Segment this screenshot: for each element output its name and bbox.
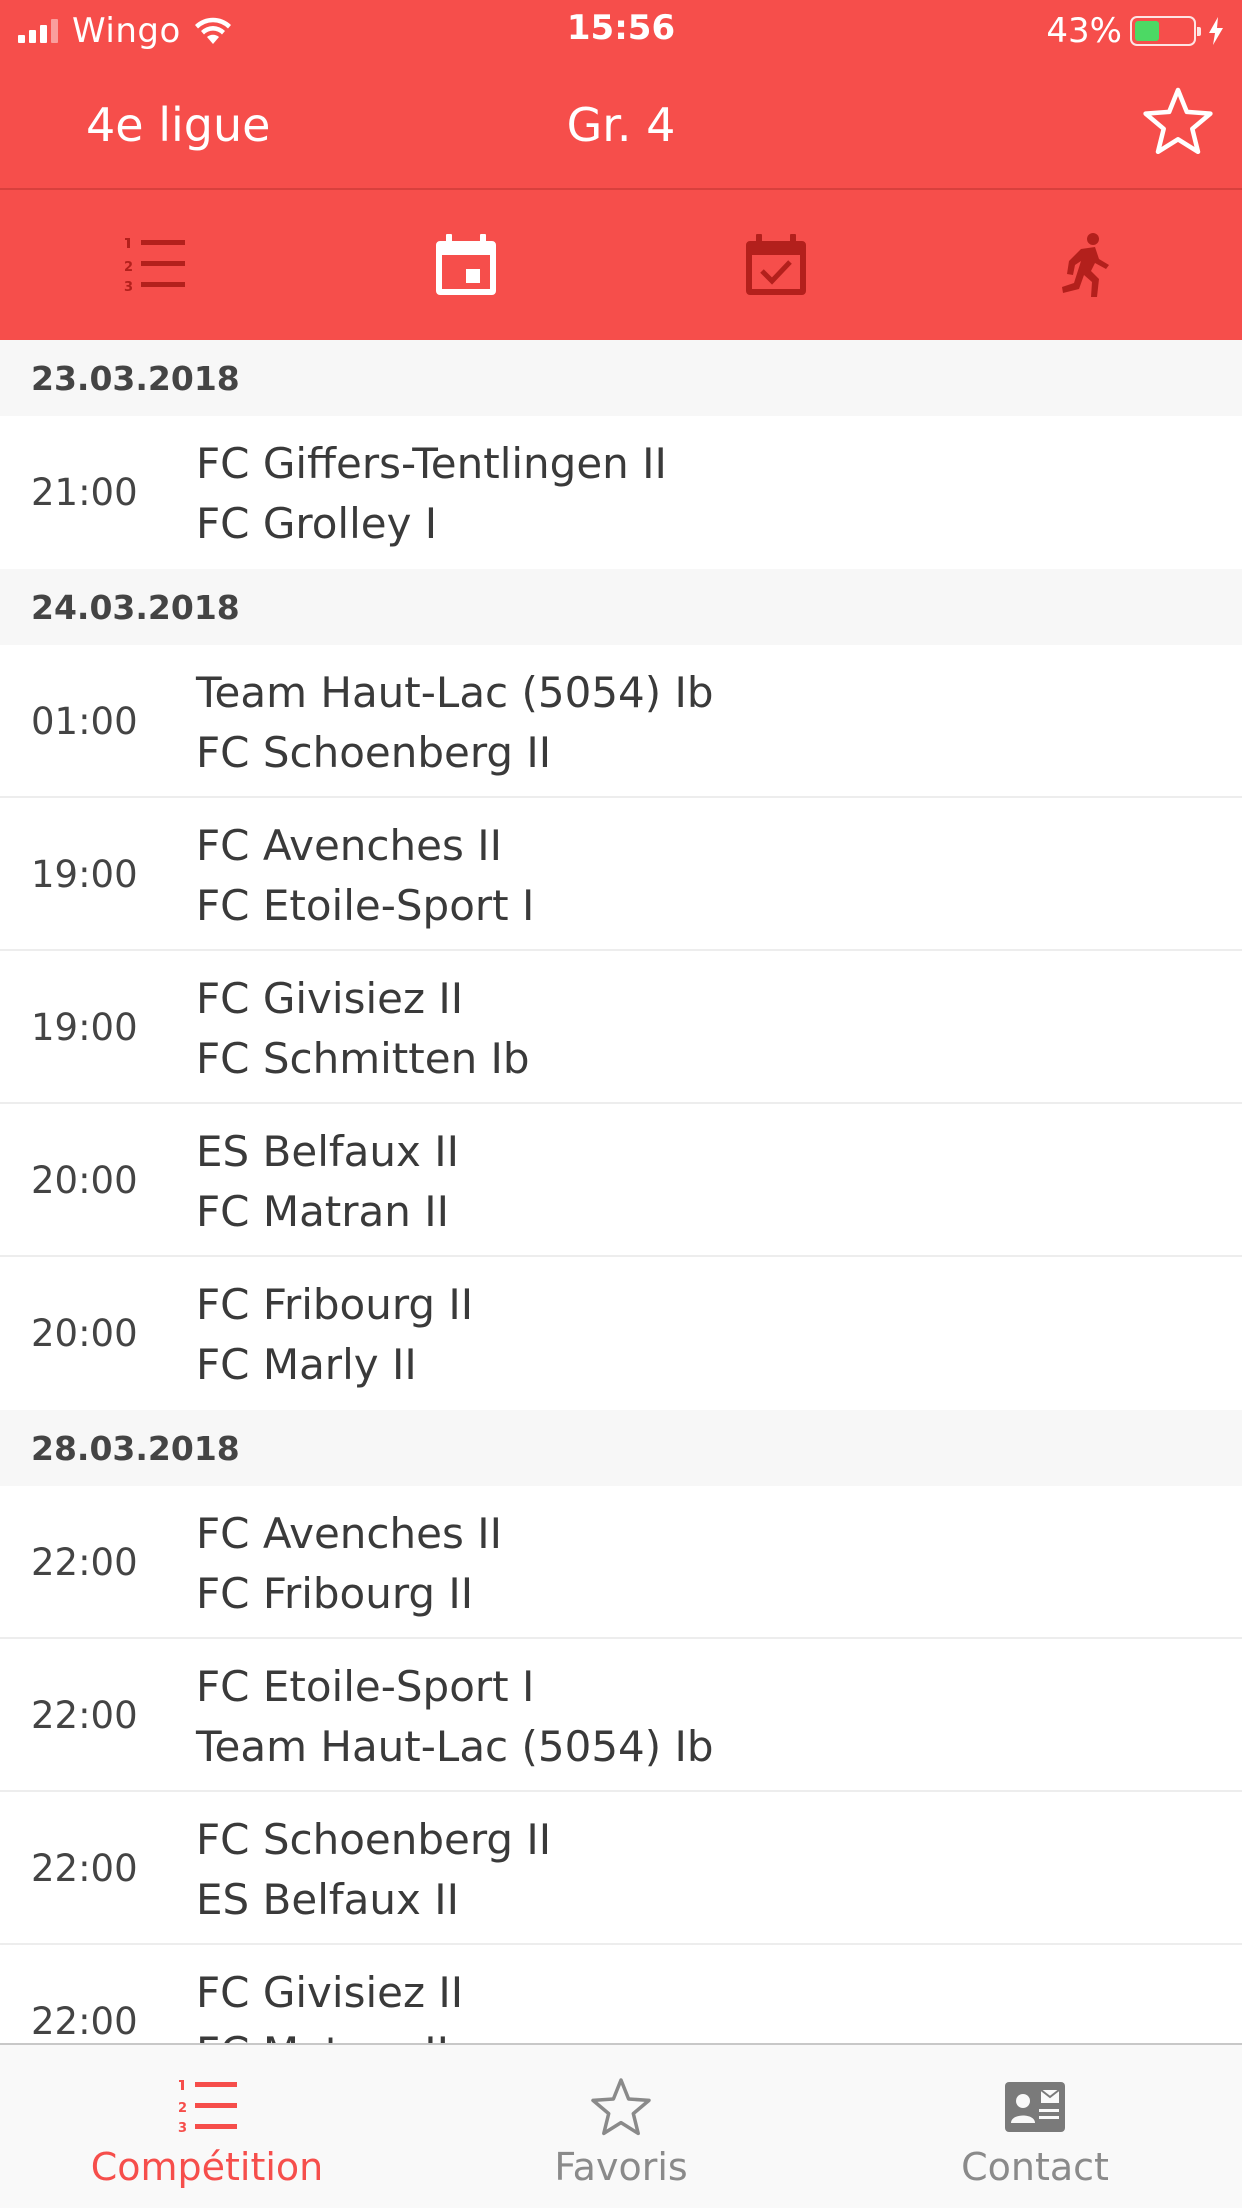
svg-text:3: 3: [124, 280, 133, 295]
match-row[interactable]: 22:00 FC Schoenberg II ES Belfaux II: [0, 1792, 1242, 1945]
match-time: 22:00: [31, 1847, 138, 1890]
date-header: 28.03.2018: [0, 1410, 1242, 1486]
ranking-list-icon: 2 3: [178, 2080, 237, 2136]
match-teams: FC Avenches II FC Etoile-Sport I: [196, 816, 534, 936]
contact-card-icon: [1005, 2082, 1065, 2132]
tab-label-competition: Compétition: [90, 2145, 324, 2189]
tab-competition[interactable]: 2 3 Compétition: [0, 2045, 414, 2208]
home-team: FC Schoenberg II: [196, 1815, 552, 1864]
away-team: FC Fribourg II: [196, 1569, 474, 1618]
battery-icon: [1130, 16, 1201, 46]
away-team: FC Marly II: [196, 1340, 417, 1389]
battery-percent: 43%: [1046, 11, 1122, 51]
tab-favoris[interactable]: Favoris: [414, 2045, 828, 2208]
match-teams: FC Avenches II FC Fribourg II: [196, 1504, 502, 1624]
status-right: 43%: [1046, 10, 1226, 52]
date-header: 23.03.2018: [0, 340, 1242, 416]
match-time: 22:00: [31, 1694, 138, 1737]
match-teams: Team Haut-Lac (5054) Ib FC Schoenberg II: [196, 663, 714, 783]
status-bar: Wingo 15:56 43%: [0, 0, 1242, 62]
home-team: FC Avenches II: [196, 1509, 502, 1558]
match-time: 01:00: [31, 700, 138, 743]
home-team: FC Fribourg II: [196, 1280, 474, 1329]
calendar-icon: [435, 234, 496, 295]
favorite-star-icon[interactable]: [1140, 84, 1216, 160]
calendar-check-icon: [746, 234, 807, 295]
match-time: 21:00: [31, 471, 138, 514]
match-row[interactable]: 19:00 FC Avenches II FC Etoile-Sport I: [0, 798, 1242, 951]
match-teams: FC Givisiez II FC Schmitten Ib: [196, 969, 530, 1089]
away-team: FC Grolley I: [196, 499, 438, 548]
star-outline-icon: [591, 2078, 651, 2136]
group-title: Gr. 4: [566, 98, 676, 152]
away-team: FC Matran II: [196, 1187, 450, 1236]
home-team: FC Givisiez II: [196, 974, 464, 1023]
charging-bolt-icon: [1209, 17, 1223, 45]
segment-ranking[interactable]: 2 3: [0, 190, 311, 340]
svg-text:2: 2: [124, 260, 133, 275]
away-team: Team Haut-Lac (5054) Ib: [196, 1722, 714, 1771]
home-team: FC Avenches II: [196, 821, 502, 870]
match-row[interactable]: 21:00 FC Giffers-Tentlingen II FC Grolley …: [0, 416, 1242, 569]
tab-label-contact: Contact: [961, 2145, 1109, 2189]
segment-players[interactable]: [932, 190, 1242, 340]
match-teams: FC Giffers-Tentlingen II FC Grolley I: [196, 434, 667, 554]
match-row[interactable]: 20:00 FC Fribourg II FC Marly II: [0, 1257, 1242, 1410]
segment-results[interactable]: [621, 190, 932, 340]
ranking-list-icon: 2 3: [124, 238, 186, 295]
match-row[interactable]: 01:00 Team Haut-Lac (5054) Ib FC Schoenber…: [0, 645, 1242, 798]
home-team: Team Haut-Lac (5054) Ib: [196, 668, 714, 717]
match-time: 20:00: [31, 1312, 138, 1355]
date-header: 24.03.2018: [0, 569, 1242, 645]
match-teams: FC Etoile-Sport I Team Haut-Lac (5054) Ib: [196, 1657, 714, 1777]
svg-text:2: 2: [178, 2101, 187, 2116]
schedule-list[interactable]: 23.03.2018 21:00 FC Giffers-Tentlingen II F…: [0, 340, 1242, 2043]
away-team: ES Belfaux II: [196, 1875, 459, 1924]
match-time: 20:00: [31, 1159, 138, 1202]
tab-label-favoris: Favoris: [554, 2145, 688, 2189]
tab-contact[interactable]: Contact: [828, 2045, 1242, 2208]
segment-toolbar: 2 3: [0, 190, 1242, 340]
away-team: FC Schoenberg II: [196, 728, 552, 777]
match-time: 19:00: [31, 853, 138, 896]
runner-icon: [1061, 233, 1109, 297]
away-team: FC Etoile-Sport I: [196, 881, 535, 930]
navigation-bar: 4e ligue Gr. 4: [0, 62, 1242, 190]
match-time: 22:00: [31, 2000, 138, 2043]
match-row[interactable]: 19:00 FC Givisiez II FC Schmitten Ib: [0, 951, 1242, 1104]
away-team: FC Matran II: [196, 2023, 463, 2043]
match-time: 22:00: [31, 1541, 138, 1584]
match-teams: FC Schoenberg II ES Belfaux II: [196, 1810, 551, 1930]
svg-text:3: 3: [178, 2121, 187, 2136]
home-team: FC Etoile-Sport I: [196, 1662, 535, 1711]
match-teams: FC Fribourg II FC Marly II: [196, 1275, 473, 1395]
home-team: ES Belfaux II: [196, 1127, 459, 1176]
match-teams: FC Givisiez II FC Matran II: [196, 1963, 463, 2043]
match-time: 19:00: [31, 1006, 138, 1049]
tab-bar: 2 3 Compétition Favoris Contact: [0, 2043, 1242, 2208]
match-row[interactable]: 22:00 FC Givisiez II FC Matran II: [0, 1945, 1242, 2043]
away-team: FC Schmitten Ib: [196, 1034, 530, 1083]
home-team: FC Givisiez II: [196, 1968, 464, 2017]
match-teams: ES Belfaux II FC Matran II: [196, 1122, 459, 1242]
home-team: FC Giffers-Tentlingen II: [196, 439, 667, 488]
segment-calendar[interactable]: [311, 190, 622, 340]
match-row[interactable]: 20:00 ES Belfaux II FC Matran II: [0, 1104, 1242, 1257]
match-row[interactable]: 22:00 FC Avenches II FC Fribourg II: [0, 1486, 1242, 1639]
match-row[interactable]: 22:00 FC Etoile-Sport I Team Haut-Lac (505…: [0, 1639, 1242, 1792]
